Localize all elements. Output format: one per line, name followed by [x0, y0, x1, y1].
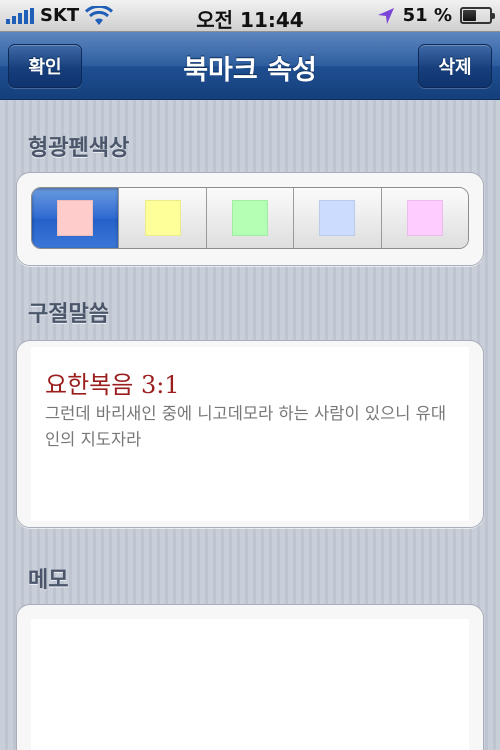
color-swatch [57, 200, 94, 236]
highlight-color-selector [31, 187, 469, 249]
verse-text: 그런데 바리새인 중에 니고데모라 하는 사람이 있으니 유대인의 지도자라 [45, 404, 447, 449]
battery-fill [463, 10, 477, 21]
memo-content [31, 619, 469, 750]
color-swatch [232, 200, 269, 236]
color-swatch [144, 200, 181, 236]
navigation-bar: 확인 북마크 속성 삭제 [0, 32, 500, 100]
color-swatch [406, 200, 443, 236]
status-right: 51 % [377, 5, 495, 26]
highlight-color-group [16, 172, 484, 266]
memo-label: 메모 [28, 568, 69, 593]
verse-reference: 요한복음 3:1 [45, 371, 180, 399]
verse-label: 구절말씀 [28, 302, 109, 327]
verse-content: 요한복음 3:1 그런데 바리새인 중에 니고데모라 하는 사람이 있으니 유대… [31, 347, 469, 521]
verse-group: 요한복음 3:1 그런데 바리새인 중에 니고데모라 하는 사람이 있으니 유대… [16, 340, 484, 528]
highlight-color-option-3[interactable] [206, 188, 295, 248]
highlight-color-option-2[interactable] [119, 188, 207, 248]
highlight-color-option-5[interactable] [381, 188, 468, 248]
highlight-color-label: 형광펜색상 [28, 136, 130, 161]
memo-group [16, 604, 484, 750]
highlight-color-option-1[interactable] [32, 188, 120, 248]
color-swatch [319, 200, 356, 236]
status-bar: SKT 오전 11:44 51 % [0, 0, 500, 32]
highlight-color-option-4[interactable] [294, 188, 382, 248]
battery-percent: 51 % [402, 5, 452, 26]
delete-button[interactable]: 삭제 [418, 44, 492, 88]
location-arrow-icon [377, 7, 394, 24]
battery-icon [460, 7, 495, 24]
memo-input[interactable] [31, 619, 469, 750]
